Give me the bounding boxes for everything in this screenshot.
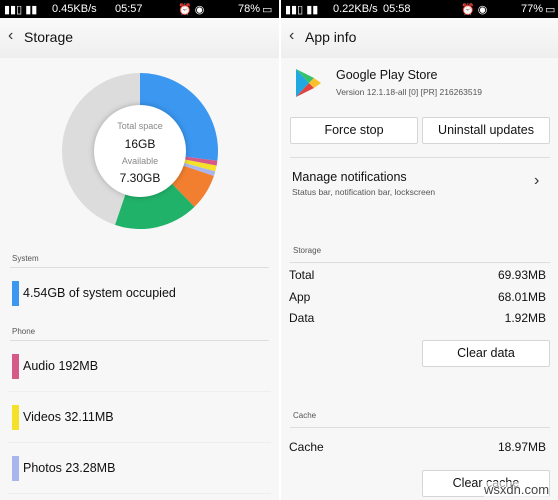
divider	[10, 340, 269, 341]
system-item-label: 4.54GB of system occupied	[23, 286, 176, 300]
color-swatch	[12, 405, 19, 430]
signal-icon: ▮▮▯ ▮▮	[285, 4, 319, 16]
storage-row-total: Total 69.93MB	[289, 268, 546, 282]
section-label-storage: Storage	[293, 246, 322, 255]
divider	[290, 427, 550, 428]
status-bar: ▮▮▯ ▮▮ 0.45KB/s 05:57 ⏰ ◉ 78% ▭	[0, 0, 279, 18]
signal-icon: ▮▮▯ ▮▮	[4, 4, 38, 16]
battery-icon: ▭	[545, 4, 556, 16]
alarm-icon: ⏰ ◉	[461, 4, 488, 16]
divider	[290, 262, 550, 263]
chevron-left-icon[interactable]: ‹	[8, 27, 13, 45]
notifications-title: Manage notifications	[292, 170, 407, 184]
storage-screen: ▮▮▯ ▮▮ 0.45KB/s 05:57 ⏰ ◉ 78% ▭ ‹ Storag…	[0, 0, 279, 500]
app-name: Google Play Store	[336, 68, 438, 82]
available-value: 7.30GB	[119, 171, 161, 185]
storage-row-app: App 68.01MB	[289, 290, 546, 304]
total-space-value: 16GB	[124, 137, 156, 151]
row-value: 18.97MB	[497, 440, 546, 454]
phone-item-label: Audio 192MB	[23, 359, 99, 373]
alarm-icon: ⏰ ◉	[178, 4, 205, 16]
time: 05:57	[115, 3, 143, 15]
network-speed: 0.45KB/s	[52, 3, 97, 15]
divider	[8, 391, 271, 392]
page-title: Storage	[24, 29, 74, 45]
time: 05:58	[383, 3, 411, 15]
page-title: App info	[305, 29, 357, 45]
row-value: 68.01MB	[497, 290, 546, 304]
header: ‹ Storage	[0, 18, 279, 58]
notifications-subtitle: Status bar, notification bar, lockscreen	[292, 187, 436, 197]
watermark: wsxdn.com	[484, 482, 550, 497]
row-label: Total	[289, 268, 315, 282]
battery-level: 77%	[521, 3, 544, 15]
chevron-left-icon[interactable]: ‹	[289, 27, 294, 45]
app-version: Version 12.1.18-all [0] [PR] 216263519	[336, 87, 483, 97]
storage-row-data: Data 1.92MB	[289, 311, 546, 325]
network-speed: 0.22KB/s	[333, 3, 378, 15]
play-store-icon	[296, 69, 321, 97]
battery-icon: ▭	[262, 4, 273, 16]
color-swatch	[12, 281, 19, 306]
total-space-label: Total space	[117, 121, 163, 131]
force-stop-button[interactable]: Force stop	[290, 117, 418, 144]
status-bar: ▮▮▯ ▮▮ 0.22KB/s 05:58 ⏰ ◉ 77% ▭	[281, 0, 558, 18]
color-swatch	[12, 354, 19, 379]
phone-item-label: Photos 23.28MB	[23, 461, 116, 475]
cache-row: Cache 18.97MB	[289, 440, 546, 454]
row-value: 1.92MB	[504, 311, 546, 325]
section-label-phone: Phone	[12, 327, 36, 336]
row-label: App	[289, 290, 311, 304]
uninstall-updates-button[interactable]: Uninstall updates	[422, 117, 550, 144]
divider	[290, 157, 550, 158]
color-swatch	[12, 456, 19, 481]
divider	[10, 267, 269, 268]
row-value: 69.93MB	[497, 268, 546, 282]
section-label-system: System	[12, 254, 39, 263]
storage-donut-chart	[61, 73, 218, 229]
chevron-right-icon: ›	[534, 172, 540, 189]
phone-item-label: Videos 32.11MB	[23, 410, 114, 424]
battery-level: 78%	[238, 3, 261, 15]
app-info-screen: ▮▮▯ ▮▮ 0.22KB/s 05:58 ⏰ ◉ 77% ▭ ‹ App in…	[281, 0, 558, 500]
divider	[8, 493, 271, 494]
row-label: Data	[289, 311, 315, 325]
header: ‹ App info	[281, 18, 558, 58]
available-label: Available	[121, 156, 159, 166]
row-label: Cache	[289, 440, 324, 454]
clear-data-button[interactable]: Clear data	[422, 340, 550, 367]
section-label-cache: Cache	[293, 411, 317, 420]
divider	[8, 442, 271, 443]
